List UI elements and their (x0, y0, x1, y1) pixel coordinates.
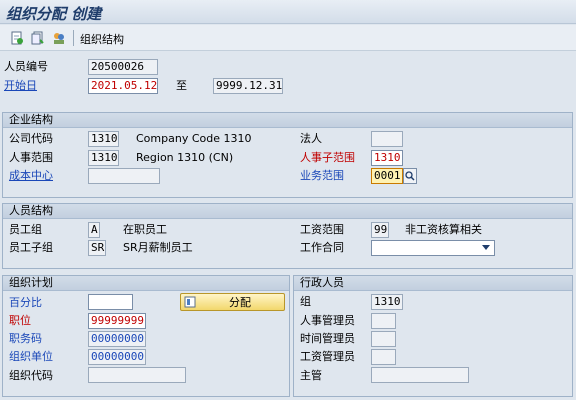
job-field[interactable]: 00000000 (88, 331, 146, 347)
personnel-area-field[interactable]: 1310 (88, 150, 119, 166)
toolbar-separator (73, 30, 74, 46)
company-code-text: Company Code 1310 (136, 132, 252, 145)
legal-person-label: 法人 (300, 132, 322, 145)
end-date-field[interactable]: 9999.12.31 (213, 78, 283, 94)
percent-label: 百分比 (9, 296, 42, 309)
payroll-area-text: 非工资核算相关 (405, 223, 482, 236)
org-structure-button[interactable]: 组织结构 (80, 31, 124, 47)
window-title: 组织分配 创建 (6, 5, 102, 23)
cost-center-field[interactable] (88, 168, 160, 184)
job-label: 职务码 (9, 332, 42, 345)
legal-person-field[interactable] (371, 131, 403, 147)
copy-icon[interactable] (29, 29, 47, 47)
admin-group-label: 组 (300, 295, 311, 308)
time-admin-field[interactable] (371, 331, 396, 347)
work-contract-label: 工作合同 (300, 241, 344, 254)
time-admin-label: 时间管理员 (300, 332, 355, 345)
employee-group-label: 员工组 (9, 223, 42, 236)
personnel-subarea-label: 人事子范围 (300, 151, 355, 164)
cost-center-label[interactable]: 成本中心 (9, 168, 53, 184)
admin-group-field[interactable]: 1310 (371, 294, 403, 310)
work-contract-select[interactable] (371, 240, 495, 256)
org-unit-field[interactable]: 00000000 (88, 349, 146, 365)
employee-subgroup-label: 员工子组 (9, 241, 53, 254)
create-icon[interactable] (8, 29, 26, 47)
org-unit-label: 组织单位 (9, 350, 53, 363)
administrator-title: 行政人员 (294, 276, 572, 291)
position-label: 职位 (9, 314, 31, 327)
personnel-structure-title: 人员结构 (3, 204, 572, 219)
percent-field[interactable] (88, 294, 133, 310)
assign-button-label: 分配 (229, 296, 251, 309)
payroll-admin-field[interactable] (371, 349, 396, 365)
hr-admin-label: 人事管理员 (300, 314, 355, 327)
person-number-field[interactable]: 20500026 (88, 59, 158, 75)
payroll-area-field[interactable]: 99 (371, 222, 389, 238)
employee-subgroup-field[interactable]: SR (88, 240, 106, 256)
employee-group-text: 在职员工 (123, 223, 167, 236)
payroll-area-label: 工资范围 (300, 223, 344, 236)
business-area-field[interactable]: 0001 (371, 168, 403, 184)
search-help-icon[interactable] (403, 168, 417, 184)
to-label: 至 (176, 79, 187, 92)
org-code-label: 组织代码 (9, 369, 53, 382)
employee-group-field[interactable]: A (88, 222, 100, 238)
supervisor-label: 主管 (300, 369, 322, 382)
assign-icon (184, 296, 196, 308)
payroll-admin-label: 工资管理员 (300, 350, 355, 363)
company-code-field[interactable]: 1310 (88, 131, 119, 147)
position-field[interactable]: 99999999 (88, 313, 146, 329)
org-code-field[interactable] (88, 367, 186, 383)
personnel-subarea-field[interactable]: 1310 (371, 150, 403, 166)
company-code-label: 公司代码 (9, 132, 53, 145)
person-number-label: 人员编号 (4, 60, 48, 73)
org-plan-title: 组织计划 (3, 276, 289, 291)
personnel-area-text: Region 1310 (CN) (136, 151, 234, 164)
employee-subgroup-text: SR月薪制员工 (123, 241, 193, 254)
hr-admin-field[interactable] (371, 313, 396, 329)
people-icon[interactable] (50, 29, 68, 47)
start-date-label[interactable]: 开始日 (4, 78, 37, 94)
personnel-area-label: 人事范围 (9, 151, 53, 164)
business-area-label: 业务范围 (300, 169, 344, 182)
chevron-down-icon (482, 245, 490, 250)
supervisor-field[interactable] (371, 367, 469, 383)
enterprise-structure-title: 企业结构 (3, 113, 572, 128)
start-date-field[interactable]: 2021.05.12 (88, 78, 158, 94)
assign-button[interactable]: 分配 (180, 293, 285, 311)
